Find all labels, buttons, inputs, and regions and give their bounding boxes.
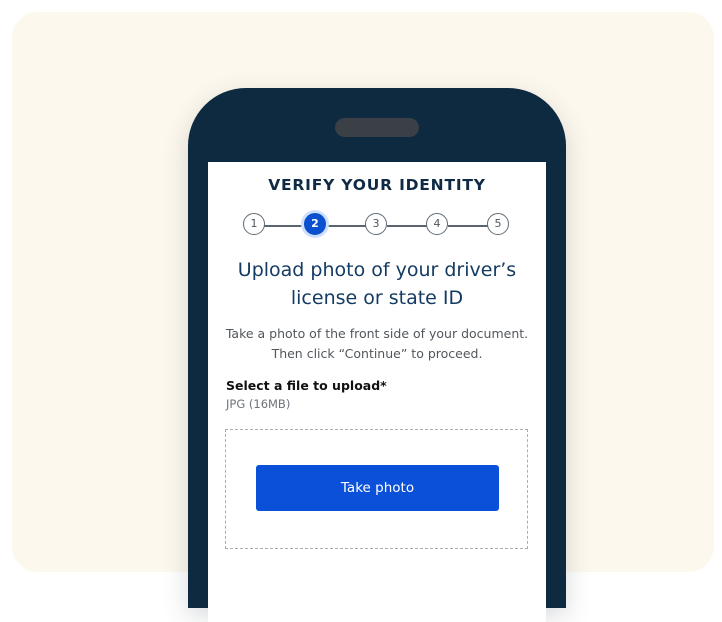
step-5: 5	[487, 213, 509, 235]
progress-stepper: 1 2 3 4 5	[208, 213, 546, 237]
step-1: 1	[243, 213, 265, 235]
step-3: 3	[365, 213, 387, 235]
step-2-current: 2	[304, 213, 326, 235]
step-4: 4	[426, 213, 448, 235]
take-photo-button[interactable]: Take photo	[256, 465, 499, 511]
page-title: VERIFY YOUR IDENTITY	[268, 176, 486, 194]
phone-speaker	[335, 118, 419, 137]
file-type-hint: JPG (16MB)	[226, 397, 291, 411]
background-card: VERIFY YOUR IDENTITY 1 2 3 4 5 Upload ph…	[12, 12, 714, 622]
instructions-text: Take a photo of the front side of your d…	[225, 326, 529, 361]
phone-screen: VERIFY YOUR IDENTITY 1 2 3 4 5 Upload ph…	[208, 162, 546, 622]
phone-frame: VERIFY YOUR IDENTITY 1 2 3 4 5 Upload ph…	[188, 88, 566, 622]
upload-heading: Upload photo of your driver’s license or…	[237, 259, 517, 309]
upload-label: Select a file to upload*	[226, 378, 387, 393]
